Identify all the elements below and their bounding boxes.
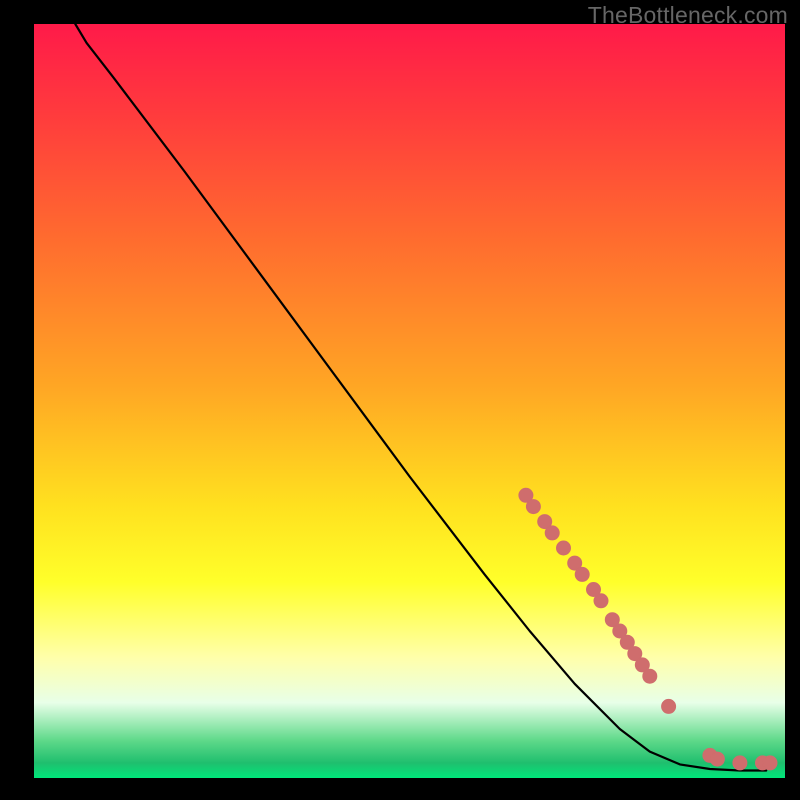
data-point <box>594 594 608 608</box>
data-point <box>643 669 657 683</box>
data-point <box>710 752 724 766</box>
data-point <box>526 500 540 514</box>
data-point <box>662 699 676 713</box>
data-point <box>733 756 747 770</box>
data-point <box>557 541 571 555</box>
chart-frame: TheBottleneck.com <box>0 0 800 800</box>
curve-layer <box>34 24 785 778</box>
data-point <box>763 756 777 770</box>
watermark-text: TheBottleneck.com <box>588 2 788 29</box>
data-point <box>575 567 589 581</box>
data-point-dots <box>519 488 777 770</box>
plot-area <box>34 24 785 778</box>
data-point <box>545 526 559 540</box>
main-curve <box>75 24 766 771</box>
